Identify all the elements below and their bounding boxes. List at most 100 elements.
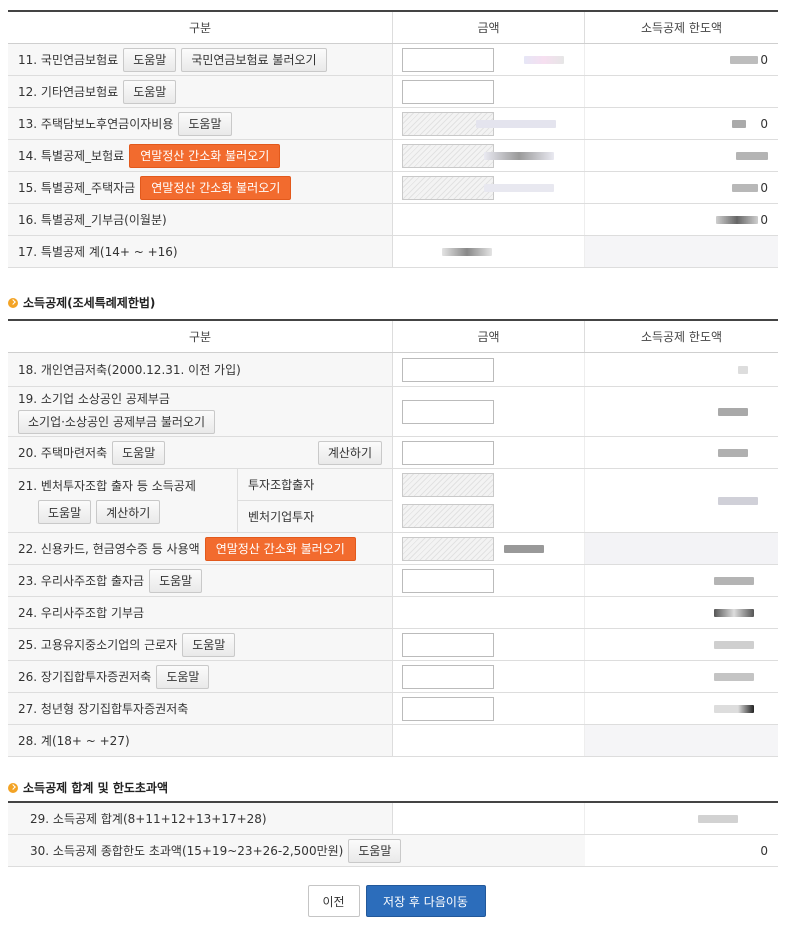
blurred-value xyxy=(718,407,748,416)
header-category: 구분 xyxy=(8,321,393,352)
section-title-income-deduction: 소득공제(조세특례제한법) xyxy=(8,294,155,311)
amount-input[interactable] xyxy=(402,47,494,72)
amount-input[interactable] xyxy=(402,440,494,465)
row-label: 18. 개인연금저축(2000.12.31. 이전 가입) xyxy=(18,363,241,377)
row-label: 19. 소기업 소상공인 공제부금 xyxy=(18,391,170,406)
row-label: 22. 신용카드, 현금영수증 등 사용액 xyxy=(18,542,200,556)
blurred-value xyxy=(698,814,738,823)
yearend-simplified-load-button[interactable]: 연말정산 간소화 불러오기 xyxy=(140,175,292,200)
blurred-value xyxy=(732,183,759,192)
blurred-value xyxy=(714,640,754,649)
row-label: 14. 특별공제_보험료 xyxy=(18,149,125,163)
row-label: 20. 주택마련저축 xyxy=(18,446,108,460)
help-button[interactable]: 도움말 xyxy=(178,111,232,136)
load-small-business-deduction-button[interactable]: 소기업·소상공인 공제부금 불러오기 xyxy=(18,409,216,434)
row-19: 19. 소기업 소상공인 공제부금 소기업·소상공인 공제부금 불러오기 xyxy=(8,387,778,437)
row-23: 23. 우리사주조합 출자금 도움말 xyxy=(8,565,778,597)
sub-investment-partnership: 투자조합출자 xyxy=(238,469,392,501)
row-label: 23. 우리사주조합 출자금 xyxy=(18,574,145,588)
help-button[interactable]: 도움말 xyxy=(149,568,203,593)
help-button[interactable]: 도움말 xyxy=(123,79,177,104)
load-national-pension-button[interactable]: 국민연금보험료 불러오기 xyxy=(181,47,327,72)
row-17: 17. 특별공제 계(14+ ~ +16) xyxy=(8,236,778,268)
header-category: 구분 xyxy=(8,12,393,43)
save-and-next-button[interactable]: 저장 후 다음이동 xyxy=(365,885,486,917)
blurred-value xyxy=(484,183,554,192)
row-14: 14. 특별공제_보험료 연말정산 간소화 불러오기 xyxy=(8,140,778,172)
amount-input[interactable] xyxy=(402,696,494,721)
blurred-value xyxy=(714,672,754,681)
amount-input[interactable] xyxy=(402,568,494,593)
help-button[interactable]: 도움말 xyxy=(348,838,402,863)
previous-button[interactable]: 이전 xyxy=(307,885,360,917)
row-label: 26. 장기집합투자증권저축 xyxy=(18,670,152,684)
row-label: 17. 특별공제 계(14+ ~ +16) xyxy=(18,245,178,259)
row-label: 13. 주택담보노후연금이자비용 xyxy=(18,117,174,131)
row-12: 12. 기타연금보험료 도움말 xyxy=(8,76,778,108)
limit-value: 0 xyxy=(760,180,768,195)
row-label: 12. 기타연금보험료 xyxy=(18,85,119,99)
blurred-value xyxy=(484,151,554,160)
excess-value: 0 xyxy=(760,843,768,858)
table-header: 구분 금액 소득공제 한도액 xyxy=(8,12,778,44)
bullet-icon xyxy=(8,782,18,793)
row-11: 11. 국민연금보험료 도움말 국민연금보험료 불러오기 0 xyxy=(8,44,778,76)
row-24: 24. 우리사주조합 기부금 xyxy=(8,597,778,629)
bullet-icon xyxy=(8,297,18,308)
row-21-main: 21. 벤처투자조합 출자 등 소득공제 도움말 계산하기 xyxy=(8,469,238,532)
blurred-value xyxy=(476,119,556,128)
row-label: 24. 우리사주조합 기부금 xyxy=(18,606,145,620)
amount-input-disabled xyxy=(402,504,494,529)
help-button[interactable]: 도움말 xyxy=(123,47,177,72)
limit-value: 0 xyxy=(760,52,768,67)
yearend-simplified-load-button[interactable]: 연말정산 간소화 불러오기 xyxy=(204,536,356,561)
table-header: 구분 금액 소득공제 한도액 xyxy=(8,321,778,353)
row-label: 21. 벤처투자조합 출자 등 소득공제 xyxy=(18,479,196,493)
row-22: 22. 신용카드, 현금영수증 등 사용액 연말정산 간소화 불러오기 xyxy=(8,533,778,565)
deduction-table-1: 구분 금액 소득공제 한도액 11. 국민연금보험료 도움말 국민연금보험료 불… xyxy=(8,10,778,268)
blurred-value xyxy=(714,608,754,617)
row-28: 28. 계(18+ ~ +27) xyxy=(8,725,778,757)
help-button[interactable]: 도움말 xyxy=(112,440,166,465)
amount-input[interactable] xyxy=(402,399,494,424)
row-label: 30. 소득공제 종합한도 초과액(15+19~23+26-2,500만원) xyxy=(30,844,344,858)
row-30: 30. 소득공제 종합한도 초과액(15+19~23+26-2,500만원) 도… xyxy=(8,835,778,867)
limit-value: 0 xyxy=(760,212,768,227)
calculate-button[interactable]: 계산하기 xyxy=(317,440,382,465)
header-amount: 금액 xyxy=(393,12,585,43)
help-button[interactable]: 도움말 xyxy=(182,632,236,657)
footer-buttons: 이전 저장 후 다음이동 xyxy=(0,885,793,917)
amount-input[interactable] xyxy=(402,632,494,657)
row-21: 21. 벤처투자조합 출자 등 소득공제 도움말 계산하기 투자조합출자 벤처기… xyxy=(8,469,778,533)
section-title: 소득공제(조세특례제한법) xyxy=(23,296,156,310)
help-button[interactable]: 도움말 xyxy=(156,664,210,689)
row-label: 25. 고용유지중소기업의 근로자 xyxy=(18,638,178,652)
row-label: 29. 소득공제 합계(8+11+12+13+17+28) xyxy=(30,812,267,826)
help-button[interactable]: 도움말 xyxy=(38,500,92,524)
row-label: 15. 특별공제_주택자금 xyxy=(18,181,136,195)
row-label: 27. 청년형 장기집합투자증권저축 xyxy=(18,702,189,716)
deduction-table-2: 구분 금액 소득공제 한도액 18. 개인연금저축(2000.12.31. 이전… xyxy=(8,319,778,757)
row-18: 18. 개인연금저축(2000.12.31. 이전 가입) xyxy=(8,353,778,387)
header-limit: 소득공제 한도액 xyxy=(640,330,723,344)
row-label: 28. 계(18+ ~ +27) xyxy=(18,734,130,748)
deduction-table-3: 29. 소득공제 합계(8+11+12+13+17+28) 30. 소득공제 종… xyxy=(8,801,778,867)
calculate-button[interactable]: 계산하기 xyxy=(96,500,161,524)
blurred-value xyxy=(732,119,747,128)
row-26: 26. 장기집합투자증권저축 도움말 xyxy=(8,661,778,693)
blurred-value xyxy=(718,496,758,505)
row-label: 16. 특별공제_기부금(이월분) xyxy=(18,213,167,227)
amount-input[interactable] xyxy=(402,79,494,104)
blurred-value xyxy=(738,365,748,374)
row-16: 16. 특별공제_기부금(이월분) 0 xyxy=(8,204,778,236)
blurred-value xyxy=(714,704,754,713)
row-29: 29. 소득공제 합계(8+11+12+13+17+28) xyxy=(8,803,778,835)
amount-input[interactable] xyxy=(402,357,494,382)
amount-input-disabled xyxy=(402,472,494,497)
blurred-value xyxy=(442,247,492,256)
section-title: 소득공제 합계 및 한도초과액 xyxy=(23,781,169,795)
amount-input[interactable] xyxy=(402,664,494,689)
header-amount: 금액 xyxy=(393,321,585,352)
blurred-value xyxy=(714,576,754,585)
yearend-simplified-load-button[interactable]: 연말정산 간소화 불러오기 xyxy=(129,143,281,168)
